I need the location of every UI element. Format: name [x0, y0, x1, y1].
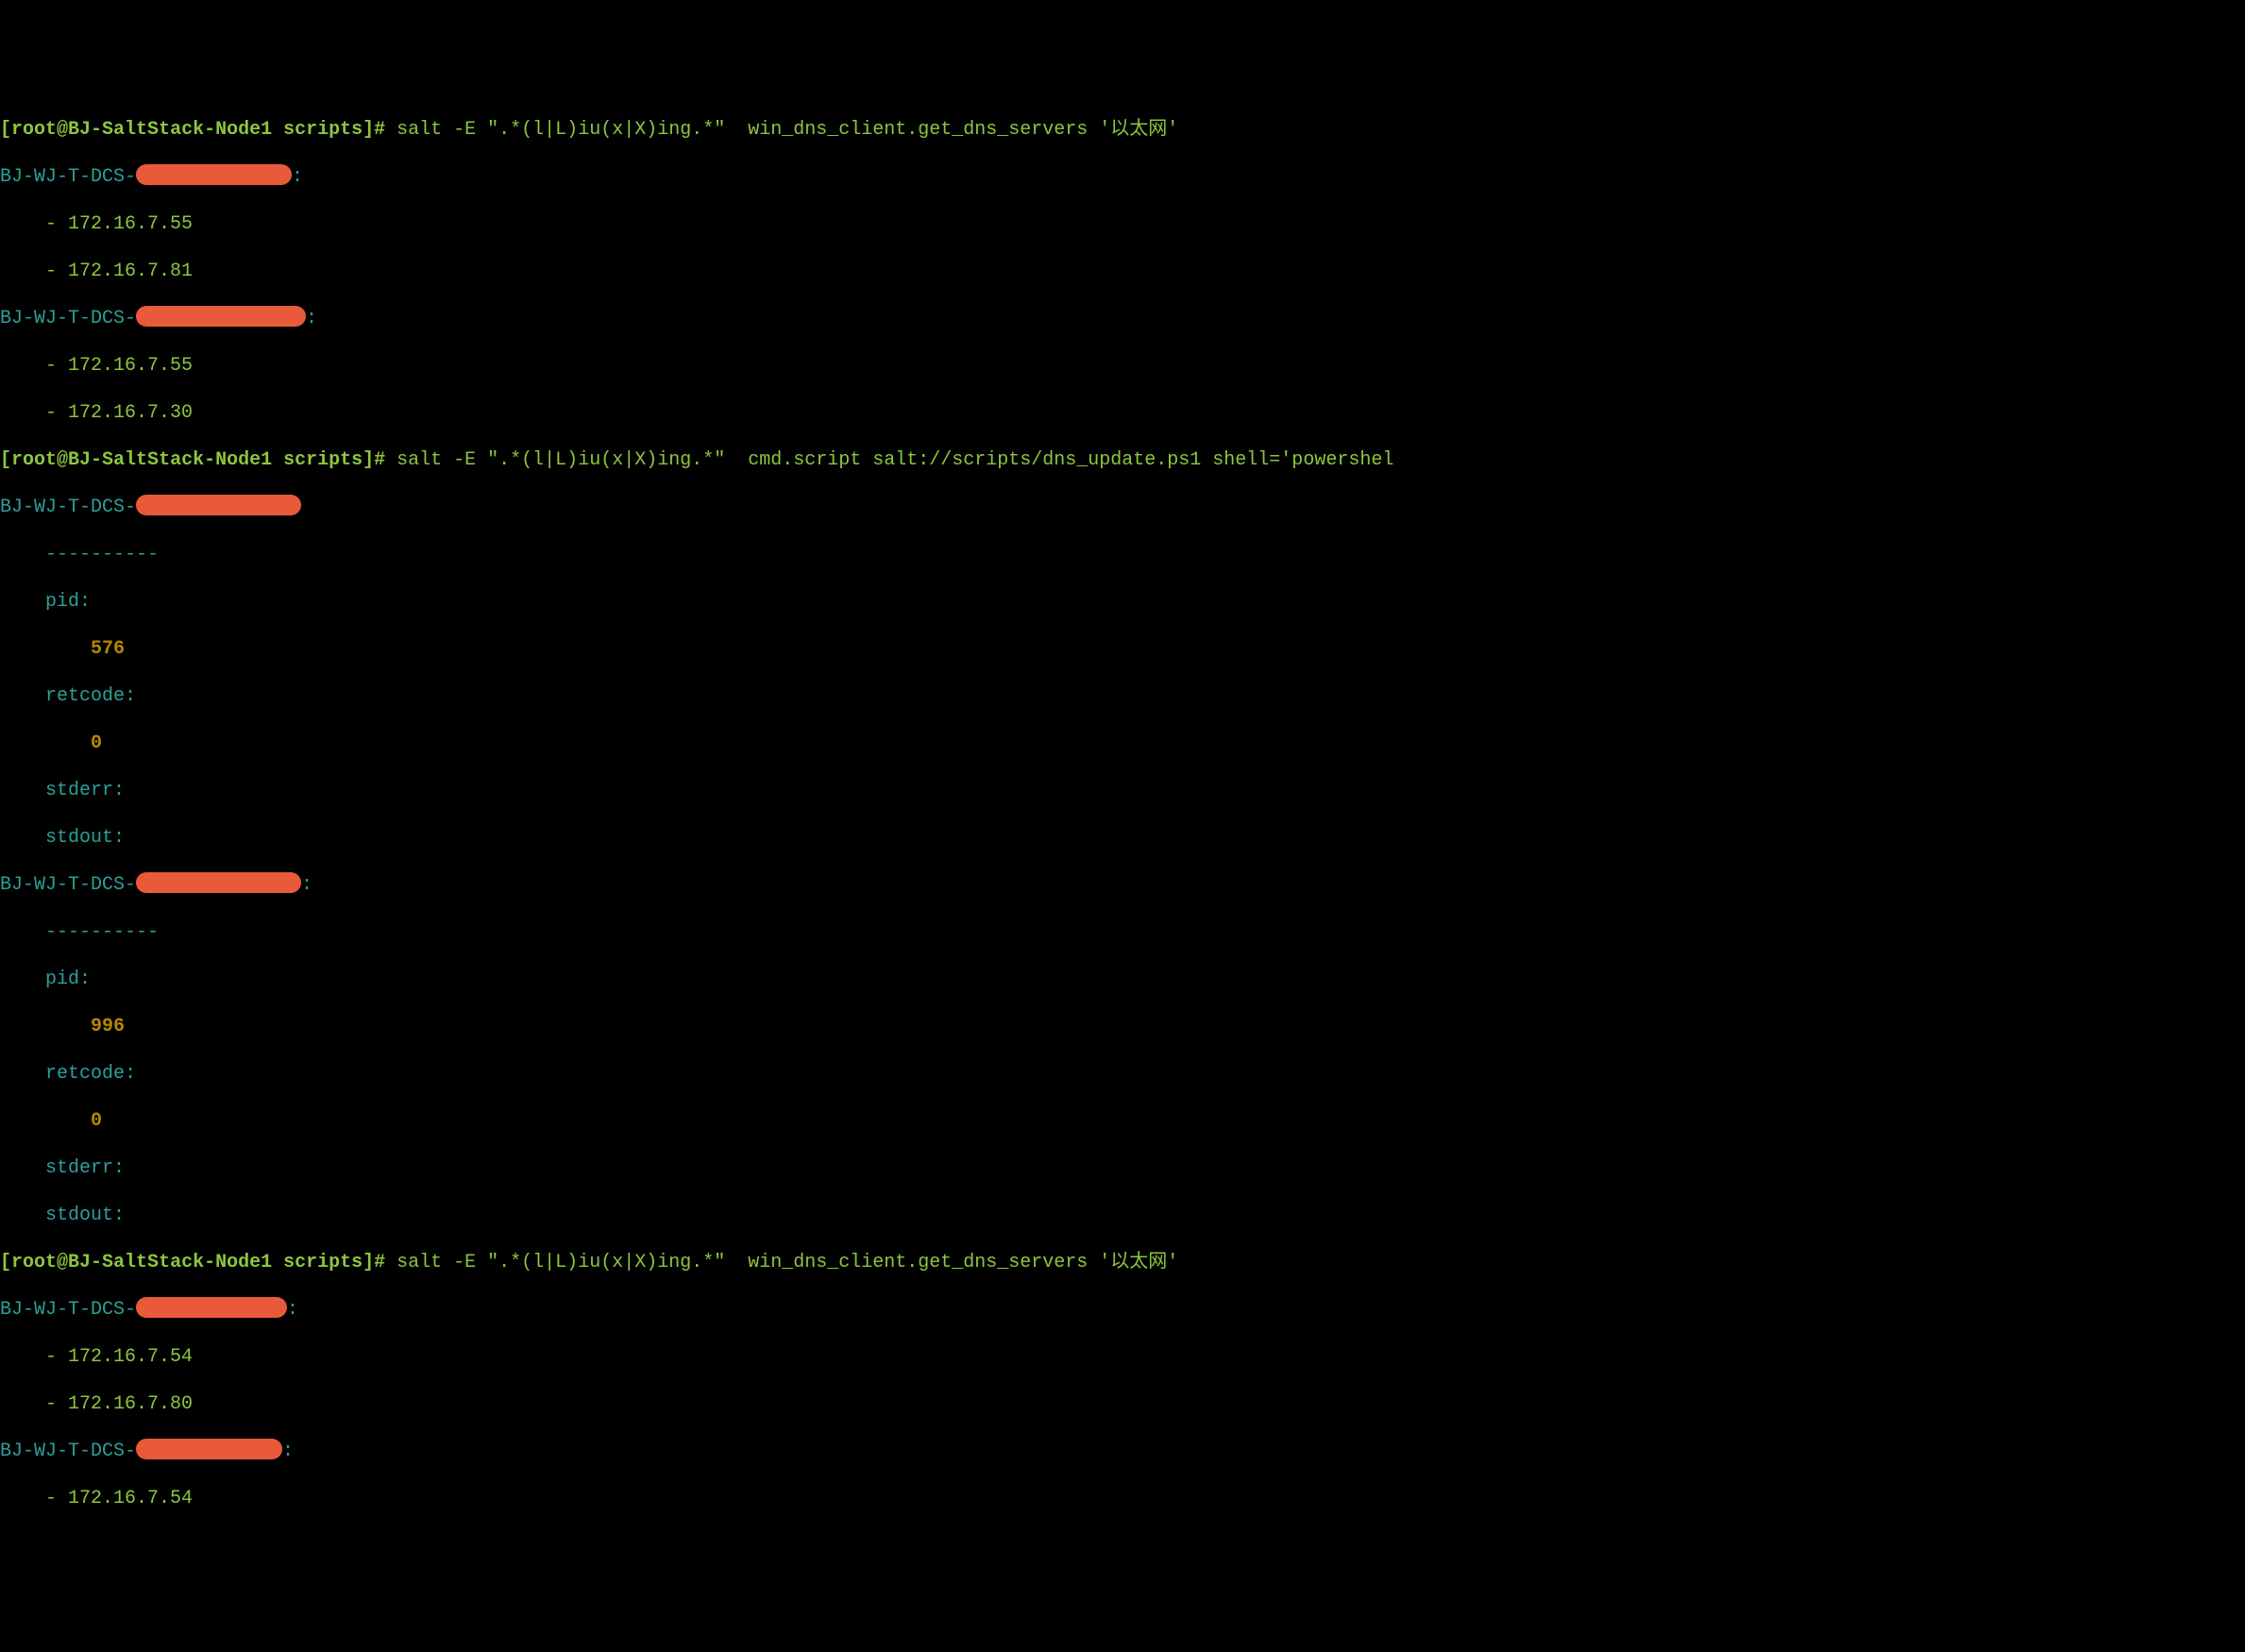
- minion-colon: :: [282, 1441, 294, 1462]
- minion-colon: :: [287, 1299, 298, 1321]
- dns-entry: - 172.16.7.55: [0, 354, 2245, 378]
- stderr-label: stderr:: [0, 1156, 2245, 1180]
- minion-id-prefix: BJ-WJ-T-DCS-: [0, 166, 136, 188]
- username: root: [11, 449, 57, 471]
- dashes-separator: ----------: [0, 920, 2245, 944]
- retcode-value: 0: [0, 732, 2245, 755]
- prompt-line-2: [root@BJ-SaltStack-Node1 scripts]# salt …: [0, 448, 2245, 472]
- minion-line: BJ-WJ-T-DCS-: [0, 496, 2245, 519]
- prompt-sigil: #: [374, 1252, 397, 1273]
- dns-entry: - 172.16.7.54: [0, 1345, 2245, 1369]
- command-text: salt -E ".*(l|L)iu(x|X)ing.*" cmd.script…: [397, 449, 1393, 471]
- username: root: [11, 1252, 57, 1273]
- command-text: salt -E ".*(l|L)iu(x|X)ing.*" win_dns_cl…: [397, 119, 1178, 141]
- bracket-open: [: [0, 119, 11, 141]
- minion-line: BJ-WJ-T-DCS-:: [0, 165, 2245, 189]
- dns-entry: - 172.16.7.55: [0, 212, 2245, 236]
- bracket-open: [: [0, 449, 11, 471]
- redaction-marker: [136, 1297, 287, 1318]
- dashes-separator: ----------: [0, 543, 2245, 566]
- minion-id-prefix: BJ-WJ-T-DCS-: [0, 308, 136, 329]
- minion-line: BJ-WJ-T-DCS-:: [0, 1298, 2245, 1322]
- retcode-label: retcode:: [0, 684, 2245, 708]
- cwd: scripts: [283, 119, 363, 141]
- redaction-marker: [136, 164, 292, 185]
- hostname: BJ-SaltStack-Node1: [68, 1252, 272, 1273]
- minion-id-prefix: BJ-WJ-T-DCS-: [0, 874, 136, 896]
- hostname: BJ-SaltStack-Node1: [68, 449, 272, 471]
- bracket-close: ]: [363, 449, 374, 471]
- pid-label: pid:: [0, 968, 2245, 991]
- redaction-marker: [136, 306, 306, 327]
- pid-value: 996: [0, 1015, 2245, 1038]
- stdout-label: stdout:: [0, 826, 2245, 850]
- bracket-close: ]: [363, 1252, 374, 1273]
- minion-id-prefix: BJ-WJ-T-DCS-: [0, 497, 136, 518]
- at-sign: @: [57, 1252, 68, 1273]
- stderr-label: stderr:: [0, 779, 2245, 802]
- stdout-label: stdout:: [0, 1204, 2245, 1227]
- dns-entry: - 172.16.7.54: [0, 1487, 2245, 1510]
- at-sign: @: [57, 119, 68, 141]
- hostname: BJ-SaltStack-Node1: [68, 119, 272, 141]
- minion-line: BJ-WJ-T-DCS-:: [0, 1440, 2245, 1463]
- pid-label: pid:: [0, 590, 2245, 614]
- bracket-open: [: [0, 1252, 11, 1273]
- prompt-line-1: [root@BJ-SaltStack-Node1 scripts]# salt …: [0, 118, 2245, 142]
- redaction-marker: [136, 1439, 282, 1459]
- retcode-value: 0: [0, 1109, 2245, 1133]
- minion-colon: :: [292, 166, 303, 188]
- dns-entry: - 172.16.7.30: [0, 401, 2245, 425]
- dns-entry: - 172.16.7.80: [0, 1392, 2245, 1416]
- pid-value: 576: [0, 637, 2245, 661]
- command-text: salt -E ".*(l|L)iu(x|X)ing.*" win_dns_cl…: [397, 1252, 1178, 1273]
- dns-entry: - 172.16.7.81: [0, 260, 2245, 283]
- redaction-marker: [136, 872, 301, 893]
- retcode-label: retcode:: [0, 1062, 2245, 1086]
- username: root: [11, 119, 57, 141]
- minion-line: BJ-WJ-T-DCS-:: [0, 873, 2245, 897]
- bracket-close: ]: [363, 119, 374, 141]
- terminal-output[interactable]: [root@BJ-SaltStack-Node1 scripts]# salt …: [0, 94, 2245, 1534]
- cwd: scripts: [283, 449, 363, 471]
- minion-id-prefix: BJ-WJ-T-DCS-: [0, 1441, 136, 1462]
- prompt-sigil: #: [374, 119, 397, 141]
- cwd: scripts: [283, 1252, 363, 1273]
- minion-line: BJ-WJ-T-DCS-:: [0, 307, 2245, 330]
- prompt-sigil: #: [374, 449, 397, 471]
- minion-id-prefix: BJ-WJ-T-DCS-: [0, 1299, 136, 1321]
- minion-colon: :: [306, 308, 317, 329]
- redaction-marker: [136, 495, 301, 515]
- prompt-line-3: [root@BJ-SaltStack-Node1 scripts]# salt …: [0, 1251, 2245, 1274]
- at-sign: @: [57, 449, 68, 471]
- minion-colon: :: [301, 874, 312, 896]
